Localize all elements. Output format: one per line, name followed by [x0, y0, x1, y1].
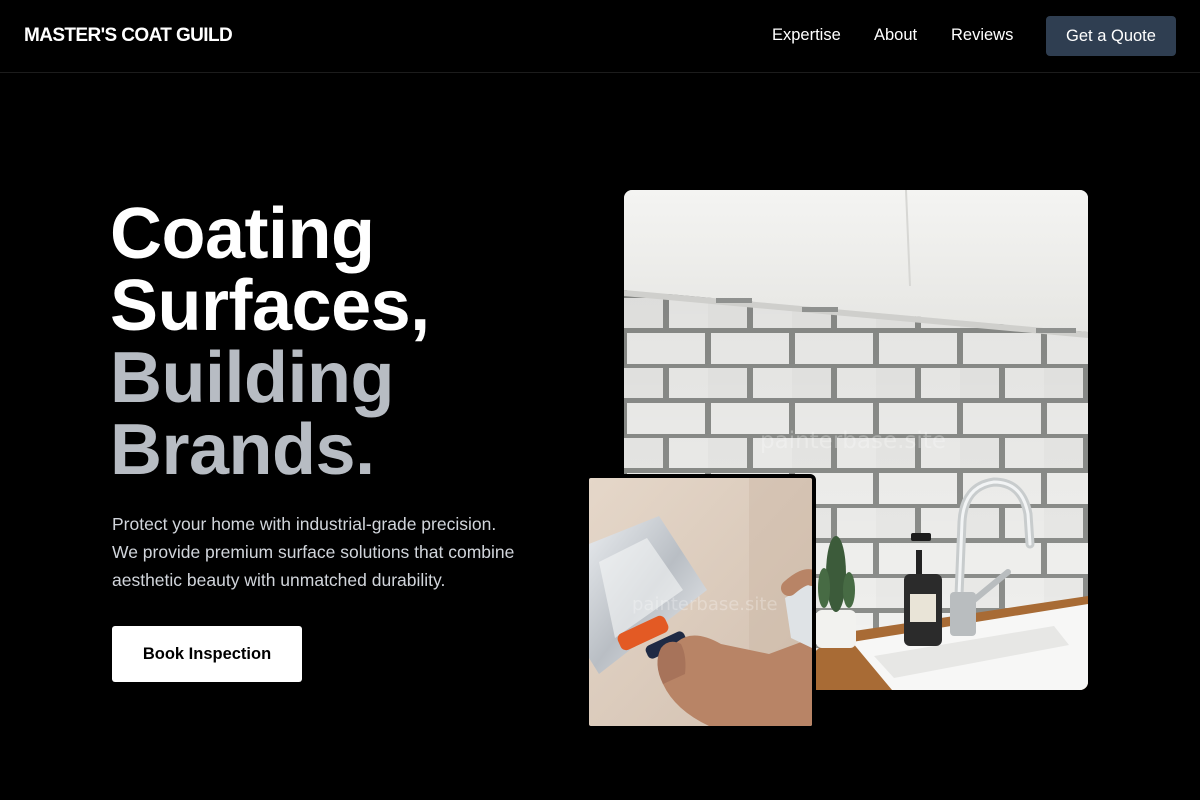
- hero-headline: Coating Surfaces, Building Brands.: [110, 198, 430, 486]
- book-inspection-button[interactable]: Book Inspection: [112, 626, 302, 682]
- nav-link-expertise[interactable]: Expertise: [772, 26, 841, 45]
- get-quote-button[interactable]: Get a Quote: [1046, 16, 1176, 56]
- hero-description: Protect your home with industrial-grade …: [112, 510, 572, 594]
- nav-link-reviews[interactable]: Reviews: [951, 26, 1013, 45]
- headline-line-1: Coating: [110, 194, 375, 274]
- main-image-watermark: painterbase.site: [760, 428, 946, 454]
- description-line-1: Protect your home with industrial-grade …: [112, 514, 497, 534]
- headline-line-4: Brands.: [110, 410, 375, 490]
- headline-line-3: Building: [110, 338, 394, 418]
- description-line-3: aesthetic beauty with unmatched durabili…: [112, 570, 446, 590]
- site-header: MASTER'S COAT GUILD Expertise About Revi…: [0, 0, 1200, 73]
- description-line-2: We provide premium surface solutions tha…: [112, 542, 515, 562]
- nav-link-about[interactable]: About: [874, 26, 917, 45]
- headline-line-2: Surfaces,: [110, 266, 430, 346]
- small-image-watermark: painterbase.site: [632, 594, 778, 615]
- brand-logo[interactable]: MASTER'S COAT GUILD: [24, 25, 233, 47]
